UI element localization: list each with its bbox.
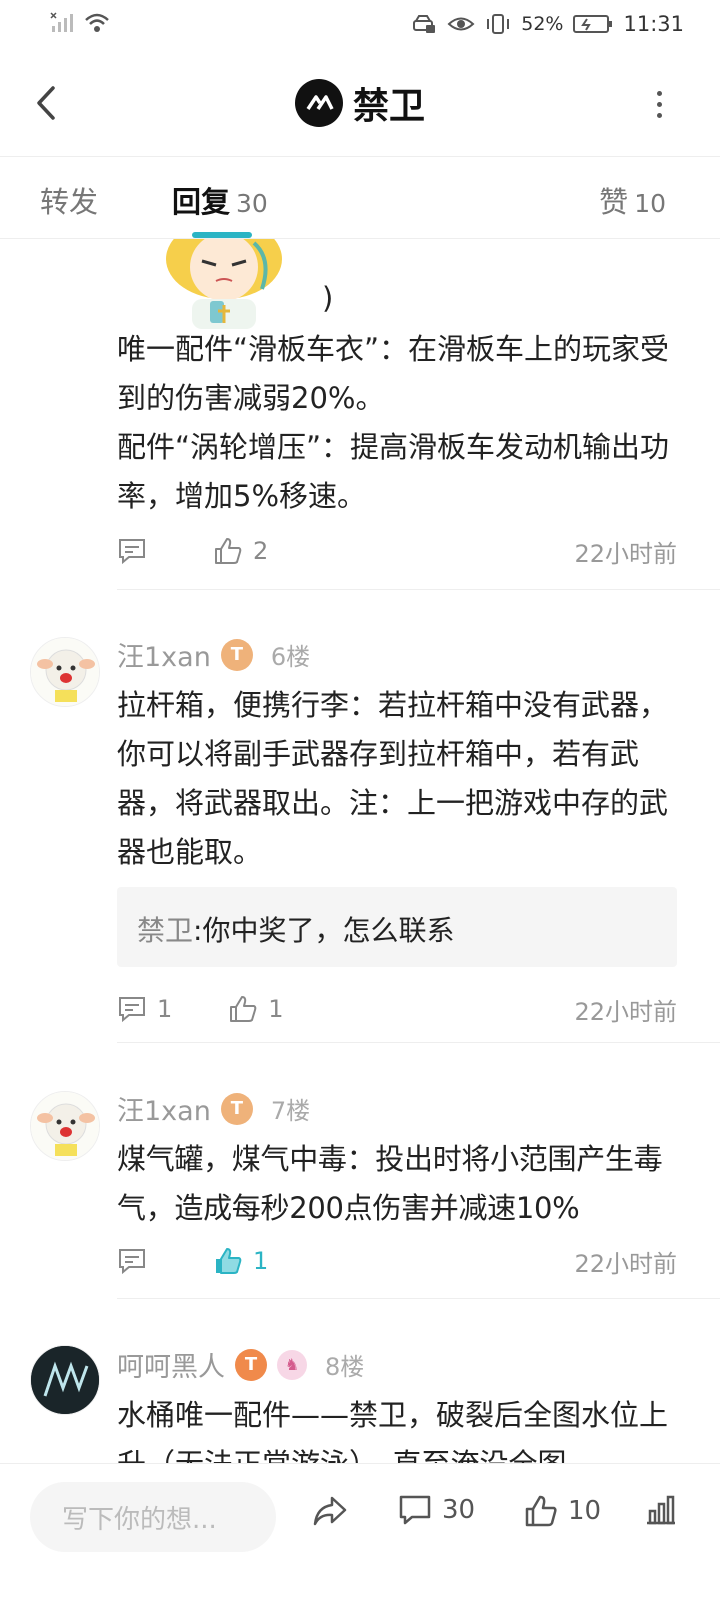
- comments-count: 30: [442, 1495, 476, 1525]
- comment-icon: [119, 1249, 145, 1275]
- bottom-bar: 写下你的想... 30 10: [0, 1463, 720, 1600]
- floor-label: 7楼: [270, 1097, 311, 1125]
- avatar[interactable]: [30, 637, 100, 707]
- tab-forward[interactable]: 转发: [40, 179, 98, 221]
- likes-count: 10: [568, 1496, 602, 1526]
- more-dot-icon: [656, 101, 662, 107]
- status-left: [50, 12, 110, 34]
- comment-icon: [119, 539, 145, 565]
- title-group[interactable]: 禁卫: [0, 77, 720, 129]
- level-badge-icon: T: [220, 638, 253, 671]
- comment-timestamp: 22小时前: [574, 539, 677, 568]
- comment-divider: [117, 589, 720, 590]
- thumbs-up-icon: [525, 1495, 557, 1527]
- like-count: 1: [268, 995, 284, 1023]
- comment-text: 唯一配件“滑板车衣”：在滑板车上的玩家受到的伤害减弱20%。 配件“涡轮增压”：…: [117, 332, 670, 513]
- comment-item: 汪1xan T 7楼 煤气罐，煤气中毒：投出时将小范围产生毒气，造成每秒200点…: [0, 1043, 720, 1299]
- status-bar: 52% 11:31: [0, 0, 720, 50]
- tab-forward-label: 转发: [40, 185, 99, 219]
- tab-like-label: 赞: [599, 185, 629, 219]
- comment-actions: 2 22小时前: [117, 531, 677, 571]
- like-button[interactable]: 2: [213, 536, 268, 566]
- comment-feed[interactable]: ) 唯一配件“滑板车衣”：在滑板车上的玩家受到的伤害减弱20%。 配件“涡轮增压…: [0, 239, 720, 1463]
- tab-reply[interactable]: 回复 30: [172, 179, 268, 221]
- tab-reply-count: 30: [236, 189, 268, 218]
- like-count: 2: [253, 537, 269, 565]
- comment-item: 呵呵黑人 T ♞ 8楼 水桶唯一配件——禁卫，破裂后全图水位上升（无法正常游泳）…: [0, 1299, 720, 1463]
- avatar[interactable]: [30, 1091, 100, 1161]
- comment-meta: 汪1xan T 7楼: [117, 1089, 310, 1128]
- comment-meta: 呵呵黑人 T ♞ 8楼: [117, 1345, 364, 1384]
- page-title: 禁卫: [352, 86, 425, 127]
- eye-icon: [447, 17, 475, 31]
- level-badge-icon: T: [235, 1348, 267, 1381]
- more-dot-icon: [656, 90, 662, 96]
- like-button[interactable]: 1: [228, 994, 284, 1024]
- fan-badge-icon: ♞: [277, 1349, 307, 1380]
- more-dot-icon: [656, 112, 662, 118]
- like-post-button[interactable]: 10: [524, 1494, 601, 1528]
- comment-text: 煤气罐，煤气中毒：投出时将小范围产生毒气，造成每秒200点伤害并减速10%: [117, 1142, 663, 1225]
- reply-count: 1: [157, 995, 173, 1023]
- thumbs-up-filled-icon: [216, 1248, 242, 1274]
- tab-like-count: 10: [634, 189, 666, 218]
- comment-icon: [399, 1495, 431, 1525]
- comment-meta: 汪1xan T 6楼: [117, 635, 310, 674]
- active-tab-indicator: [192, 232, 252, 238]
- comment-text: 水桶唯一配件——禁卫，破裂后全图水位上升（无法正常游泳），直至淹没全图: [117, 1398, 669, 1463]
- tab-like[interactable]: 赞 10: [599, 179, 666, 221]
- battery-charging-icon: [573, 15, 613, 33]
- comment-timestamp: 22小时前: [574, 997, 677, 1026]
- reply-button[interactable]: 1: [117, 995, 172, 1023]
- username[interactable]: 汪1xan: [117, 1089, 211, 1128]
- floor-label: 8楼: [325, 1353, 365, 1381]
- comment-actions: 1 1 22小时前: [117, 989, 677, 1029]
- title-bar: 禁卫: [0, 50, 720, 157]
- reply-button[interactable]: [117, 537, 157, 565]
- stats-button[interactable]: [644, 1494, 678, 1526]
- sticker-trailing-text: ): [322, 281, 334, 315]
- comments-button[interactable]: 30: [398, 1494, 475, 1526]
- share-button[interactable]: [312, 1494, 348, 1528]
- like-button[interactable]: 1: [213, 1246, 268, 1276]
- reply-author: 禁卫: [137, 914, 194, 947]
- comment-item: 汪1xan T 6楼 拉杆箱，便携行李：若拉杆箱中没有武器，你可以将副手武器存到…: [0, 591, 720, 1043]
- tab-reply-label: 回复: [172, 185, 231, 219]
- signal-icon: [50, 12, 73, 32]
- bar-chart-icon: [647, 1495, 675, 1525]
- status-right: 52% 11:31: [411, 12, 684, 36]
- thumbs-up-icon: [215, 538, 242, 564]
- like-count: 1: [253, 1247, 269, 1275]
- clock-time: 11:31: [623, 12, 684, 36]
- share-icon: [313, 1496, 347, 1526]
- comment-actions: 1 22小时前: [117, 1241, 677, 1281]
- comment-timestamp: 22小时前: [574, 1249, 677, 1278]
- forum-logo-icon: [294, 79, 343, 127]
- reply-button[interactable]: [117, 1247, 157, 1275]
- tab-bar: 转发 回复 30 赞 10: [0, 157, 720, 239]
- more-options-button[interactable]: [644, 84, 674, 124]
- car-privacy-icon: [413, 15, 436, 33]
- username[interactable]: 呵呵黑人: [117, 1345, 225, 1384]
- comment-icon: [119, 997, 145, 1023]
- sticker-image: [162, 239, 286, 329]
- comment-input-placeholder: 写下你的想...: [62, 1504, 217, 1535]
- comment-text: 拉杆箱，便携行李：若拉杆箱中没有武器，你可以将副手武器存到拉杆箱中，若有武器，将…: [117, 688, 669, 869]
- vibrate-icon: [487, 14, 510, 34]
- wifi-icon: [85, 13, 109, 32]
- avatar[interactable]: [30, 1345, 100, 1415]
- level-badge-icon: T: [220, 1092, 253, 1125]
- comment-item: ) 唯一配件“滑板车衣”：在滑板车上的玩家受到的伤害减弱20%。 配件“涡轮增压…: [0, 239, 720, 591]
- reply-preview[interactable]: 禁卫:你中奖了，怎么联系: [117, 887, 677, 967]
- floor-label: 6楼: [270, 643, 311, 671]
- reply-text: :你中奖了，怎么联系: [193, 914, 455, 947]
- username[interactable]: 汪1xan: [117, 635, 211, 674]
- battery-percent: 52%: [521, 13, 564, 35]
- comment-input[interactable]: 写下你的想...: [30, 1482, 276, 1552]
- thumbs-up-icon: [230, 996, 257, 1022]
